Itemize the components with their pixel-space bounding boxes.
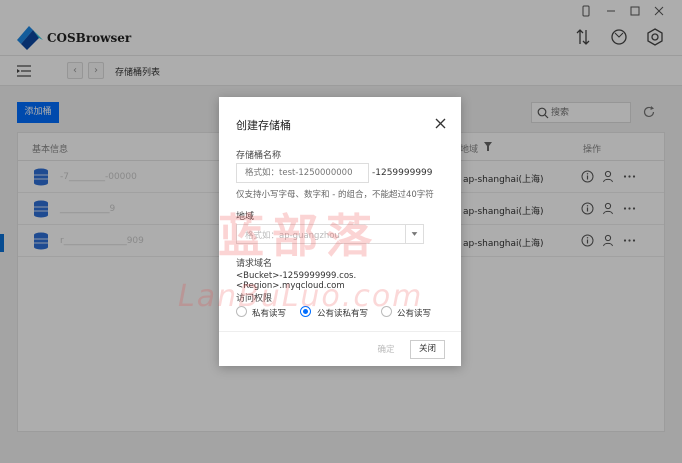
chevron-down-icon[interactable] (405, 225, 423, 243)
close-button[interactable]: 关闭 (410, 340, 445, 359)
bucket-name-hint: 仅支持小写字母、数字和 - 的组合，不能超过40字符 (236, 190, 434, 200)
bucket-name-input[interactable] (237, 164, 368, 182)
confirm-button[interactable]: 确定 (371, 341, 401, 359)
watermark-cn: 蓝部落 (218, 209, 380, 263)
bucket-name-field[interactable] (236, 163, 369, 183)
dialog-title: 创建存储桶 (236, 119, 291, 132)
bucket-name-label: 存储桶名称 (236, 151, 282, 161)
app-window: COSBrowser ‹ › 存储桶列表 添加桶 基本信息 地域 操作 (0, 0, 682, 463)
dialog-divider (219, 331, 461, 332)
bucket-name-suffix: -1259999999 (372, 168, 433, 178)
watermark-en: LanBuLuo.com (178, 279, 424, 314)
close-icon[interactable] (435, 118, 446, 129)
